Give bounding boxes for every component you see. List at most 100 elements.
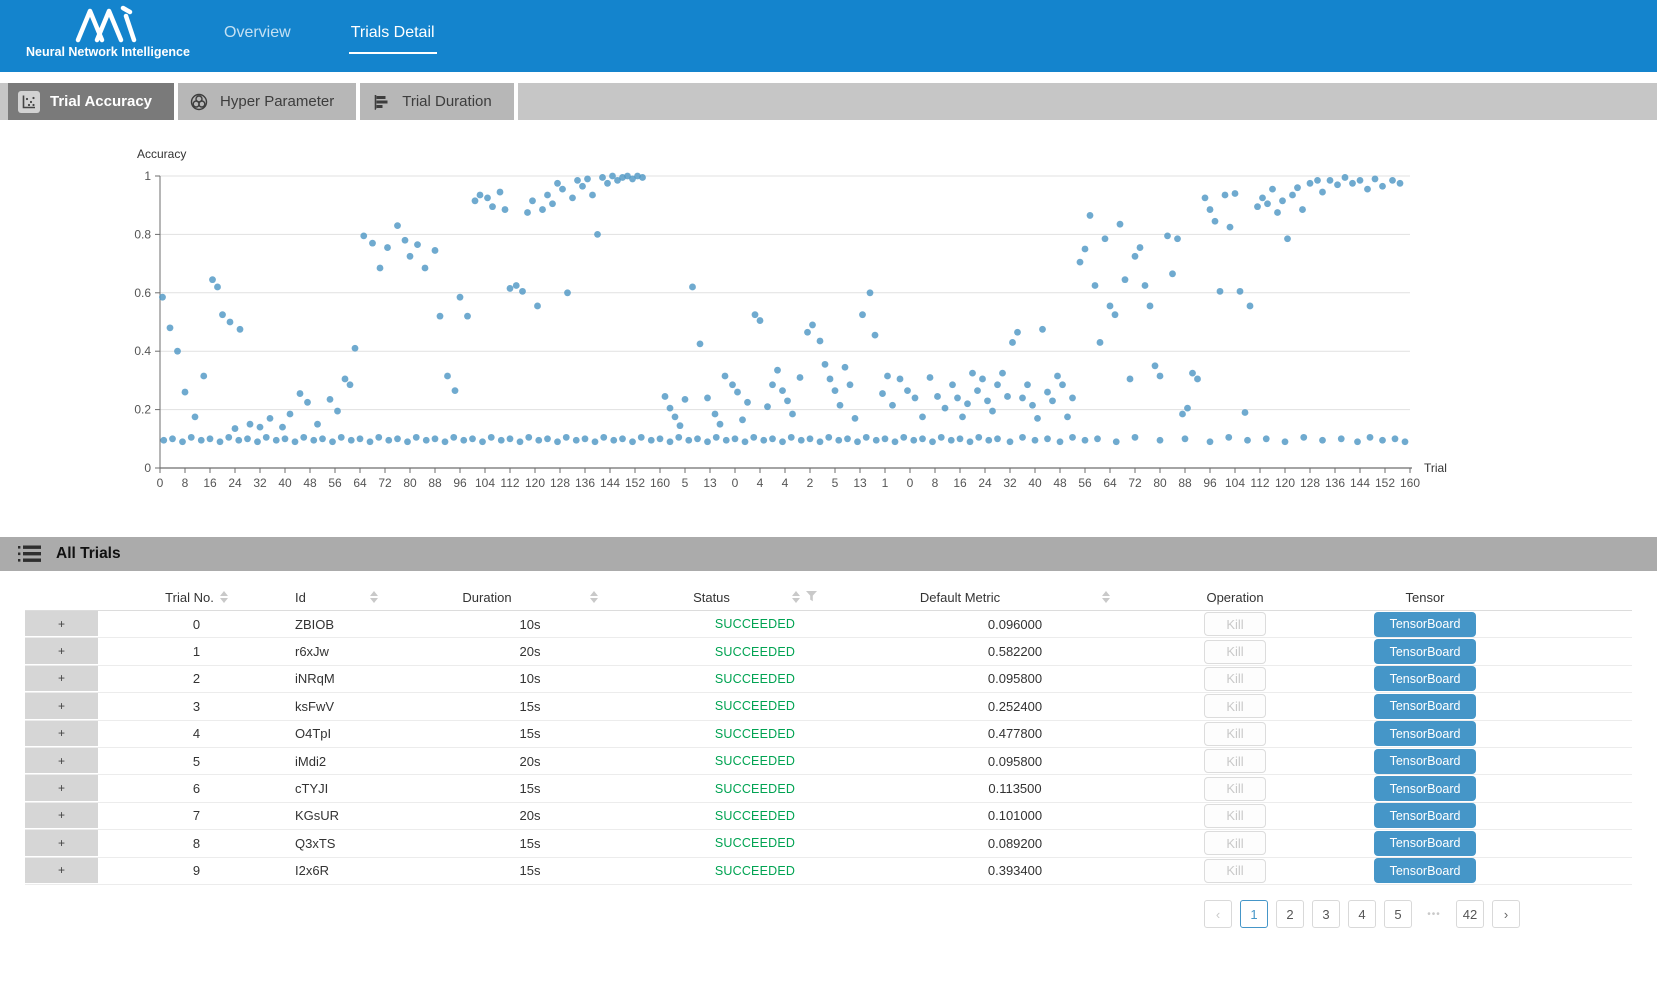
kill-button[interactable]: Kill (1204, 612, 1266, 636)
kill-button[interactable]: Kill (1204, 722, 1266, 746)
x-tick-label: 136 (1325, 476, 1345, 490)
scatter-point (484, 195, 491, 202)
row-expander-button[interactable]: + (25, 666, 98, 692)
header-id[interactable]: Id (295, 584, 420, 610)
pagination-ellipsis[interactable]: ••• (1420, 900, 1448, 928)
kill-button[interactable]: Kill (1204, 859, 1266, 883)
scatter-point (188, 434, 195, 441)
pagination: ‹ 12345 ••• 42 › (1204, 900, 1520, 928)
sort-icon[interactable] (370, 590, 378, 604)
tab-trial-accuracy[interactable]: Trial Accuracy (8, 83, 178, 120)
row-expander-button[interactable]: + (25, 858, 98, 884)
row-expander-button[interactable]: + (25, 830, 98, 856)
pagination-page-3[interactable]: 3 (1312, 900, 1340, 928)
tensorboard-button[interactable]: TensorBoard (1374, 803, 1476, 828)
tensorboard-button[interactable]: TensorBoard (1374, 776, 1476, 801)
pagination-page-5[interactable]: 5 (1384, 900, 1412, 928)
scatter-point (219, 311, 226, 318)
top-navbar: Neural Network Intelligence Overview Tri… (0, 0, 1657, 72)
header-duration[interactable]: Duration (420, 584, 640, 610)
scatter-point (367, 438, 374, 445)
tensorboard-button[interactable]: TensorBoard (1374, 666, 1476, 691)
scatter-point (1259, 195, 1266, 202)
sort-icon[interactable] (792, 590, 800, 604)
pagination-page-42[interactable]: 42 (1456, 900, 1484, 928)
cell-default-metric: 0.089200 (870, 830, 1160, 856)
tensorboard-button[interactable]: TensorBoard (1374, 858, 1476, 883)
header-label: Status (693, 590, 730, 605)
kill-button[interactable]: Kill (1204, 667, 1266, 691)
pagination-page-2[interactable]: 2 (1276, 900, 1304, 928)
scatter-point (1367, 434, 1374, 441)
scatter-point (360, 232, 367, 239)
kill-button[interactable]: Kill (1204, 749, 1266, 773)
tensorboard-button[interactable]: TensorBoard (1374, 694, 1476, 719)
kill-button[interactable]: Kill (1204, 640, 1266, 664)
scatter-point (1174, 235, 1181, 242)
cell-tensor: TensorBoard (1310, 666, 1540, 692)
scatter-point (267, 415, 274, 422)
header-status[interactable]: Status (640, 584, 870, 610)
scatter-point (1127, 376, 1134, 383)
header-tensor: Tensor (1310, 584, 1540, 610)
scatter-point (1379, 183, 1386, 190)
x-tick-label: 48 (1053, 476, 1067, 490)
scatter-point (884, 373, 891, 380)
scatter-point (1327, 177, 1334, 184)
row-expander-button[interactable]: + (25, 611, 98, 637)
scatter-point (999, 370, 1006, 377)
tab-trials-detail[interactable]: Trials Detail (349, 18, 437, 54)
tensorboard-button[interactable]: TensorBoard (1374, 721, 1476, 746)
row-expander-button[interactable]: + (25, 803, 98, 829)
x-tick-label: 24 (228, 476, 242, 490)
scatter-point (450, 434, 457, 441)
scatter-point (174, 348, 181, 355)
row-expander-button[interactable]: + (25, 693, 98, 719)
tensorboard-button[interactable]: TensorBoard (1374, 831, 1476, 856)
x-tick-label: 5 (832, 476, 839, 490)
scatter-point (985, 437, 992, 444)
cell-status: SUCCEEDED (640, 611, 870, 637)
scatter-point (1034, 415, 1041, 422)
header-label: Trial No. (165, 590, 214, 605)
tab-overview[interactable]: Overview (222, 18, 293, 54)
row-expander-button[interactable]: + (25, 775, 98, 801)
scatter-point (394, 435, 401, 442)
tensorboard-button[interactable]: TensorBoard (1374, 749, 1476, 774)
kill-button[interactable]: Kill (1204, 777, 1266, 801)
cell-trial-no: 8 (98, 830, 295, 856)
scatter-point (1007, 438, 1014, 445)
scatter-point (160, 437, 167, 444)
row-expander-button[interactable]: + (25, 721, 98, 747)
row-expander-button[interactable]: + (25, 638, 98, 664)
header-trial-no[interactable]: Trial No. (98, 584, 295, 610)
kill-button[interactable]: Kill (1204, 831, 1266, 855)
scatter-point (672, 414, 679, 421)
scatter-point (179, 438, 186, 445)
row-expander-button[interactable]: + (25, 748, 98, 774)
scatter-point (1294, 184, 1301, 191)
tab-trial-duration[interactable]: Trial Duration (360, 83, 517, 120)
sort-icon[interactable] (590, 590, 598, 604)
pagination-next[interactable]: › (1492, 900, 1520, 928)
filter-icon[interactable] (806, 590, 817, 605)
scatter-point (273, 437, 280, 444)
tensorboard-button[interactable]: TensorBoard (1374, 612, 1476, 637)
pagination-page-4[interactable]: 4 (1348, 900, 1376, 928)
scatter-point (232, 425, 239, 432)
scatter-point (1092, 282, 1099, 289)
kill-button[interactable]: Kill (1204, 694, 1266, 718)
pagination-page-1[interactable]: 1 (1240, 900, 1268, 928)
tensorboard-button[interactable]: TensorBoard (1374, 639, 1476, 664)
sort-icon[interactable] (1102, 590, 1110, 604)
scatter-point (873, 437, 880, 444)
tab-hyper-parameter[interactable]: Hyper Parameter (178, 83, 360, 120)
scatter-point (1397, 180, 1404, 187)
kill-button[interactable]: Kill (1204, 804, 1266, 828)
scatter-point (589, 192, 596, 199)
sort-icon[interactable] (220, 590, 228, 604)
header-default-metric[interactable]: Default Metric (870, 584, 1160, 610)
scatter-point (1142, 282, 1149, 289)
cell-id: Q3xTS (295, 830, 420, 856)
pagination-prev[interactable]: ‹ (1204, 900, 1232, 928)
